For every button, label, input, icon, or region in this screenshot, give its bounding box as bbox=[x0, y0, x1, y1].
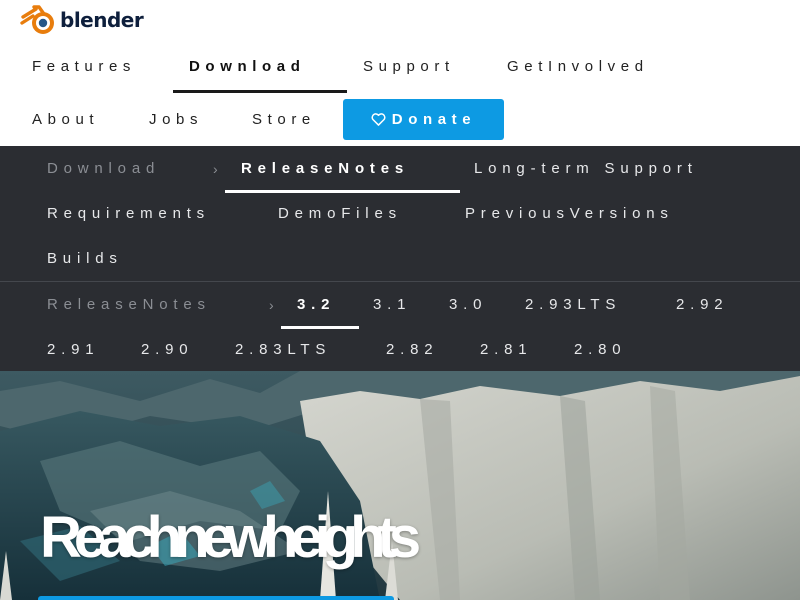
heart-icon bbox=[371, 113, 386, 126]
nav-item-download[interactable]: Download bbox=[173, 41, 347, 93]
main-nav-row-1: Features Download Support GetInvolved bbox=[0, 41, 667, 93]
version-2-93-lts[interactable]: 2.93LTS bbox=[525, 282, 676, 327]
release-notes-subnav: ReleaseNotes › 3.2 3.1 3.0 2.93LTS 2.92 … bbox=[0, 281, 800, 371]
donate-label: Donate bbox=[391, 111, 477, 128]
release-subnav-row-1: ReleaseNotes › 3.2 3.1 3.0 2.93LTS 2.92 bbox=[47, 282, 728, 329]
nav-item-label: GetInvolved bbox=[507, 57, 649, 75]
nav-item-store[interactable]: Store bbox=[220, 94, 340, 144]
hero-cta-button[interactable] bbox=[38, 596, 394, 600]
nav-item-label: Store bbox=[252, 110, 316, 128]
download-subnav-row-1: Download › ReleaseNotes Long-term Suppor… bbox=[47, 146, 698, 193]
nav-item-jobs[interactable]: Jobs bbox=[117, 94, 220, 144]
nav-item-support[interactable]: Support bbox=[347, 41, 491, 91]
version-2-90[interactable]: 2.90 bbox=[141, 327, 235, 372]
version-2-83-lts[interactable]: 2.83LTS bbox=[235, 327, 386, 372]
subnav-item-long-term-support[interactable]: Long-term Support bbox=[474, 146, 698, 191]
version-2-82[interactable]: 2.82 bbox=[386, 327, 480, 372]
breadcrumb-release-notes[interactable]: ReleaseNotes bbox=[47, 282, 269, 327]
download-subnav: Download › ReleaseNotes Long-term Suppor… bbox=[0, 146, 800, 281]
version-2-91[interactable]: 2.91 bbox=[47, 327, 141, 372]
donate-button[interactable]: Donate bbox=[343, 99, 504, 140]
release-subnav-row-2: 2.91 2.90 2.83LTS 2.82 2.81 2.80 bbox=[47, 327, 626, 372]
breadcrumb-download[interactable]: Download bbox=[47, 146, 213, 191]
download-subnav-row-3: Builds bbox=[47, 236, 123, 281]
nav-item-label: About bbox=[32, 110, 100, 128]
subnav-item-previous-versions[interactable]: PreviousVersions bbox=[465, 191, 674, 236]
subnav-item-requirements[interactable]: Requirements bbox=[47, 191, 278, 236]
version-3-1[interactable]: 3.1 bbox=[373, 282, 449, 327]
nav-item-label: Features bbox=[32, 57, 136, 75]
blender-logo-icon bbox=[20, 5, 54, 34]
subnav-item-demo-files[interactable]: DemoFiles bbox=[278, 191, 465, 236]
blender-logo[interactable]: blender bbox=[20, 3, 144, 37]
nav-item-label: Jobs bbox=[149, 110, 204, 128]
download-subnav-row-2: Requirements DemoFiles PreviousVersions bbox=[47, 191, 674, 236]
version-2-80[interactable]: 2.80 bbox=[574, 327, 626, 372]
subnav-item-release-notes[interactable]: ReleaseNotes bbox=[225, 146, 474, 193]
nav-item-features[interactable]: Features bbox=[0, 41, 173, 91]
nav-item-about[interactable]: About bbox=[0, 94, 117, 144]
chevron-right-icon: › bbox=[269, 296, 274, 313]
nav-item-get-involved[interactable]: GetInvolved bbox=[491, 41, 667, 91]
version-2-92[interactable]: 2.92 bbox=[676, 282, 728, 327]
nav-item-label: Download bbox=[189, 57, 306, 75]
version-3-0[interactable]: 3.0 bbox=[449, 282, 525, 327]
blender-wordmark: blender bbox=[60, 8, 144, 32]
nav-item-label: Support bbox=[363, 57, 455, 75]
version-2-81[interactable]: 2.81 bbox=[480, 327, 574, 372]
version-3-2[interactable]: 3.2 bbox=[281, 282, 373, 329]
subnav-item-builds[interactable]: Builds bbox=[47, 236, 123, 281]
chevron-right-icon: › bbox=[213, 160, 218, 177]
main-nav-row-2: About Jobs Store bbox=[0, 94, 340, 144]
hero-title: Reachnewheights bbox=[40, 505, 421, 570]
